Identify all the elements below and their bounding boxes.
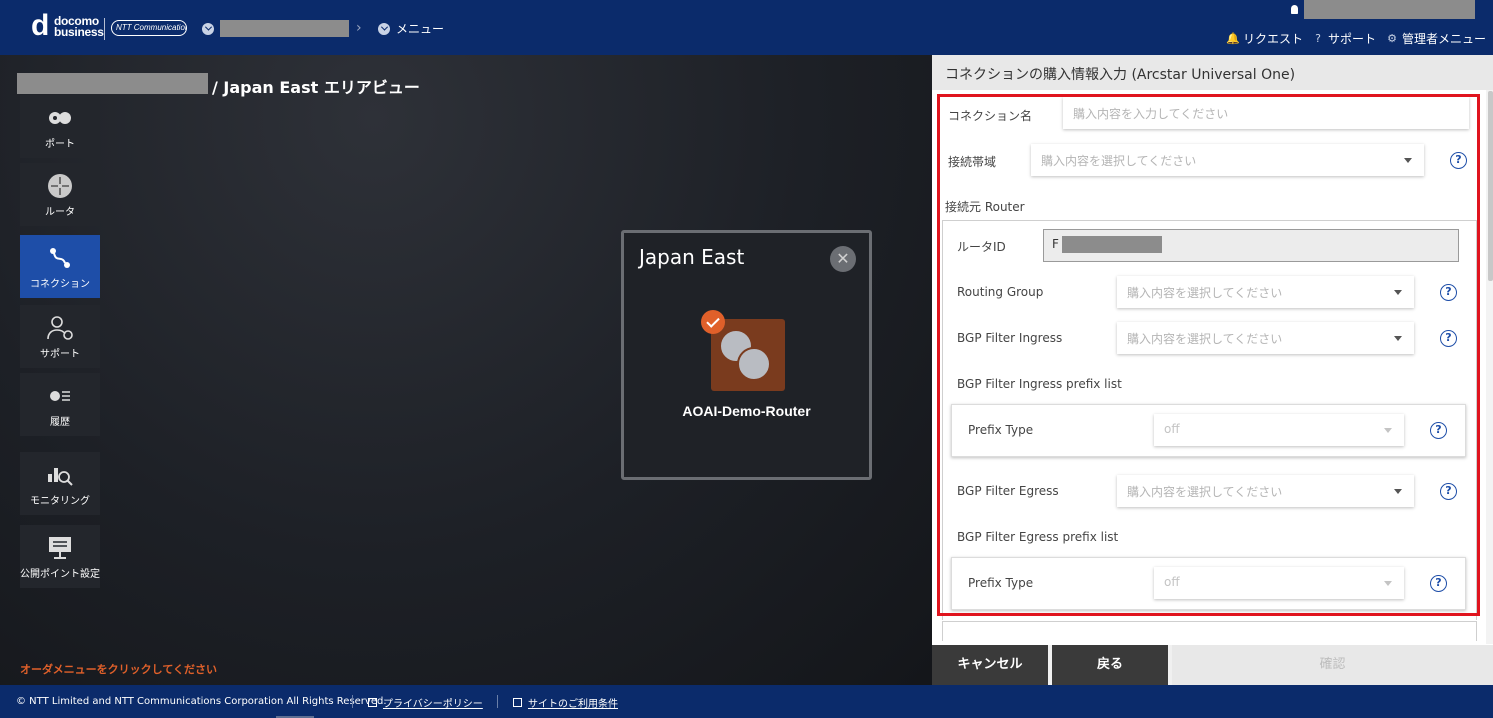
- nav-item-support[interactable]: サポート: [20, 305, 100, 368]
- request-menu[interactable]: 🔔 リクエスト: [1226, 30, 1303, 47]
- privacy-policy-link[interactable]: プライバシーポリシー: [368, 695, 483, 710]
- help-circle-icon: ?: [1315, 32, 1321, 45]
- top-header: d docomo business NTT Communications › メ…: [0, 0, 1493, 55]
- nav-item-port[interactable]: ポート: [20, 95, 100, 158]
- close-icon[interactable]: ✕: [830, 246, 856, 272]
- ntt-communications-logo: NTT Communications: [111, 20, 187, 36]
- docomo-business-logo[interactable]: docomo business: [54, 15, 104, 38]
- user-icon: [1284, 0, 1304, 19]
- nav-item-history[interactable]: 履歴: [20, 373, 100, 436]
- redacted-tenant-name: [220, 20, 349, 37]
- bell-icon: 🔔: [1226, 32, 1240, 45]
- support-menu[interactable]: ? サポート: [1312, 30, 1376, 47]
- page-footer: © NTT Limited and NTT Communications Cor…: [0, 685, 1493, 718]
- nav-item-router[interactable]: ルータ: [20, 163, 100, 226]
- next-section-group: [942, 621, 1477, 641]
- nav-item-monitoring[interactable]: モニタリング: [20, 452, 100, 515]
- docomo-logo-mark: d: [31, 9, 50, 42]
- nav-item-connection[interactable]: コネクション: [20, 235, 100, 298]
- monitoring-icon: [48, 468, 73, 486]
- highlight-frame: [937, 94, 1480, 616]
- confirm-button[interactable]: 確認: [1172, 645, 1493, 685]
- router-icon: [48, 174, 72, 198]
- panel-title: コネクションの購入情報入力 (Arcstar Universal One): [932, 55, 1493, 90]
- page-title: / Japan East エリアビュー: [212, 78, 420, 97]
- breadcrumb-separator-icon: ›: [356, 20, 362, 36]
- back-button[interactable]: 戻る: [1052, 645, 1168, 685]
- footer-divider: [352, 695, 353, 708]
- support-icon: [47, 316, 73, 340]
- redacted-tenant-title: [17, 73, 208, 94]
- router-name: AOAI-Demo-Router: [682, 403, 811, 419]
- gear-icon: ⚙: [1387, 32, 1397, 45]
- copyright-text: © NTT Limited and NTT Communications Cor…: [16, 696, 387, 707]
- order-hint-text: オーダメニューをクリックしてください: [20, 663, 218, 676]
- area-title: Japan East: [639, 245, 745, 269]
- footer-divider: [497, 695, 498, 708]
- breadcrumb-menu[interactable]: メニュー: [378, 20, 444, 37]
- connection-purchase-panel: コネクションの購入情報入力 (Arcstar Universal One) コネ…: [932, 55, 1493, 685]
- terms-link[interactable]: サイトのご利用条件: [513, 695, 618, 710]
- router-icon: [737, 347, 771, 381]
- external-link-icon: [368, 698, 377, 707]
- area-view: / Japan East エリアビュー ポート ルータ コネクション サポート …: [0, 55, 932, 685]
- user-account-button[interactable]: [1284, 0, 1475, 19]
- chevron-circle-icon: [378, 22, 390, 35]
- nav-item-public-point[interactable]: 公開ポイント設定: [20, 525, 100, 588]
- breadcrumb-tenant[interactable]: [202, 20, 349, 37]
- panel-scrollbar-thumb[interactable]: [1488, 91, 1493, 281]
- panel-action-bar: キャンセル 戻る 確認: [932, 645, 1493, 685]
- port-icon: [49, 112, 71, 124]
- logo-divider: [104, 18, 105, 40]
- history-icon: [50, 391, 70, 401]
- connection-icon: [50, 248, 70, 268]
- public-point-icon: [49, 537, 71, 559]
- external-link-icon: [513, 698, 522, 707]
- area-card-japan-east: Japan East ✕ AOAI-Demo-Router: [621, 230, 872, 480]
- admin-menu[interactable]: ⚙ 管理者メニュー: [1386, 30, 1486, 47]
- cancel-button[interactable]: キャンセル: [932, 645, 1048, 685]
- check-icon: [701, 310, 725, 334]
- chevron-circle-icon: [202, 22, 214, 35]
